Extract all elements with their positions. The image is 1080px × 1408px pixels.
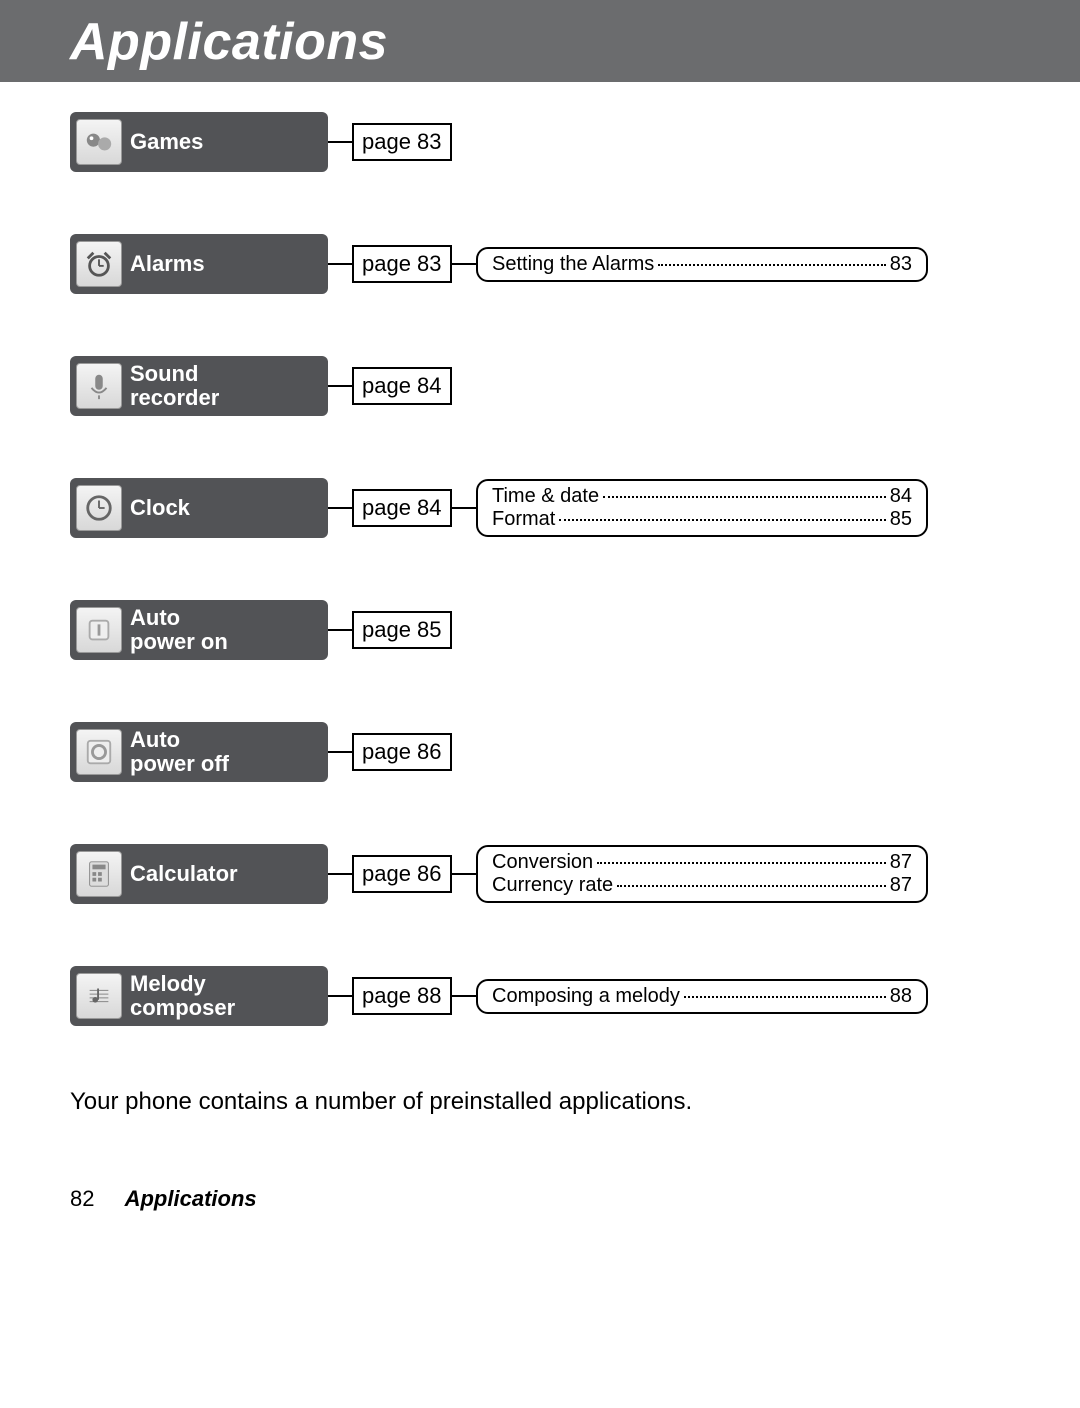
subitem-page: 87 bbox=[890, 851, 912, 874]
connector bbox=[328, 751, 352, 753]
games-icon bbox=[76, 119, 122, 165]
connector bbox=[328, 263, 352, 265]
app-row: Calculatorpage 86Conversion87Currency ra… bbox=[70, 844, 1010, 904]
app-label: Clock bbox=[130, 496, 190, 520]
subitems-box: Time & date 84 Format 85 bbox=[476, 479, 928, 537]
app-chip: Games bbox=[70, 112, 328, 172]
subitem-page: 88 bbox=[890, 985, 912, 1008]
connector bbox=[452, 507, 476, 509]
app-chip: Autopower off bbox=[70, 722, 328, 782]
app-row: Clock page 84 Time & date 84 Format 85 bbox=[70, 478, 1010, 538]
subitems-box: Conversion 87 Currency rate 87 bbox=[476, 845, 928, 903]
app-label: Melodycomposer bbox=[130, 972, 235, 1020]
app-chip: Clock bbox=[70, 478, 328, 538]
connector bbox=[328, 629, 352, 631]
app-row: Soundrecorder page 84 bbox=[70, 356, 1010, 416]
app-chip: Calculator bbox=[70, 844, 328, 904]
subitem-label: Format bbox=[492, 508, 555, 531]
app-row: Autopower off page 86 bbox=[70, 722, 1010, 782]
app-row: Autopower on page 85 bbox=[70, 600, 1010, 660]
subitem-label: Composing a melody bbox=[492, 985, 680, 1008]
app-row: Melodycomposer page 88 Composing a melody 8… bbox=[70, 966, 1010, 1026]
page-reference-box: page 83 bbox=[352, 245, 452, 283]
connector bbox=[328, 385, 352, 387]
leader-dots bbox=[684, 996, 886, 998]
connector bbox=[452, 995, 476, 997]
footer-section-title: Applications bbox=[125, 1186, 257, 1211]
connector bbox=[328, 141, 352, 143]
subitem-label: Time & date bbox=[492, 485, 599, 508]
leader-dots bbox=[559, 519, 885, 521]
app-chip: Autopower on bbox=[70, 600, 328, 660]
subitem-line: Format 85 bbox=[492, 508, 912, 531]
page-reference-box: page 88 bbox=[352, 977, 452, 1015]
subitem-page: 84 bbox=[890, 485, 912, 508]
subitem-label: Setting the Alarms bbox=[492, 253, 654, 276]
auto-power-on-icon bbox=[76, 607, 122, 653]
melody-composer-icon bbox=[76, 973, 122, 1019]
subitem-label: Currency rate bbox=[492, 874, 613, 897]
app-label: Alarms bbox=[130, 252, 205, 276]
leader-dots bbox=[603, 496, 886, 498]
header-bar: Applications bbox=[0, 0, 1080, 82]
leader-dots bbox=[658, 264, 885, 266]
page-reference-box: page 83 bbox=[352, 123, 452, 161]
page-title: Applications bbox=[70, 13, 388, 71]
subitem-line: Composing a melody 88 bbox=[492, 985, 912, 1008]
subitem-line: Conversion 87 bbox=[492, 851, 912, 874]
connector bbox=[328, 507, 352, 509]
app-chip: Soundrecorder bbox=[70, 356, 328, 416]
leader-dots bbox=[617, 885, 886, 887]
subitem-label: Conversion bbox=[492, 851, 593, 874]
body-text: Your phone contains a number of preinsta… bbox=[70, 1088, 1010, 1116]
clock-icon bbox=[76, 485, 122, 531]
subitems-box: Composing a melody 88 bbox=[476, 979, 928, 1014]
app-row: Games page 83 bbox=[70, 112, 1010, 172]
app-chip: Melodycomposer bbox=[70, 966, 328, 1026]
app-label: Autopower on bbox=[130, 606, 228, 654]
page-reference-box: page 84 bbox=[352, 367, 452, 405]
leader-dots bbox=[597, 862, 886, 864]
page-reference-box: page 86 bbox=[352, 733, 452, 771]
page-reference-box: page 86 bbox=[352, 855, 452, 893]
app-chip: Alarms bbox=[70, 234, 328, 294]
content-area: Games page 83 Alarms page 83 Setting the Ala… bbox=[0, 82, 1080, 1116]
subitems-box: Setting the Alarms 83 bbox=[476, 247, 928, 282]
connector bbox=[328, 873, 352, 875]
calculator-icon bbox=[76, 851, 122, 897]
sound-recorder-icon bbox=[76, 363, 122, 409]
subitem-line: Time & date 84 bbox=[492, 485, 912, 508]
page-reference-box: page 85 bbox=[352, 611, 452, 649]
connector bbox=[452, 873, 476, 875]
connector bbox=[328, 995, 352, 997]
subitem-page: 87 bbox=[890, 874, 912, 897]
footer-page-number: 82 bbox=[70, 1186, 94, 1211]
alarms-icon bbox=[76, 241, 122, 287]
connector bbox=[452, 263, 476, 265]
auto-power-off-icon bbox=[76, 729, 122, 775]
subitem-page: 85 bbox=[890, 508, 912, 531]
subitem-page: 83 bbox=[890, 253, 912, 276]
app-label: Games bbox=[130, 130, 203, 154]
page-reference-box: page 84 bbox=[352, 489, 452, 527]
subitem-line: Currency rate 87 bbox=[492, 874, 912, 897]
subitem-line: Setting the Alarms 83 bbox=[492, 253, 912, 276]
app-label: Calculator bbox=[130, 862, 238, 886]
app-label: Soundrecorder bbox=[130, 362, 219, 410]
app-row: Alarms page 83 Setting the Alarms 83 bbox=[70, 234, 1010, 294]
app-label: Autopower off bbox=[130, 728, 229, 776]
footer: 82 Applications bbox=[0, 1186, 1080, 1242]
